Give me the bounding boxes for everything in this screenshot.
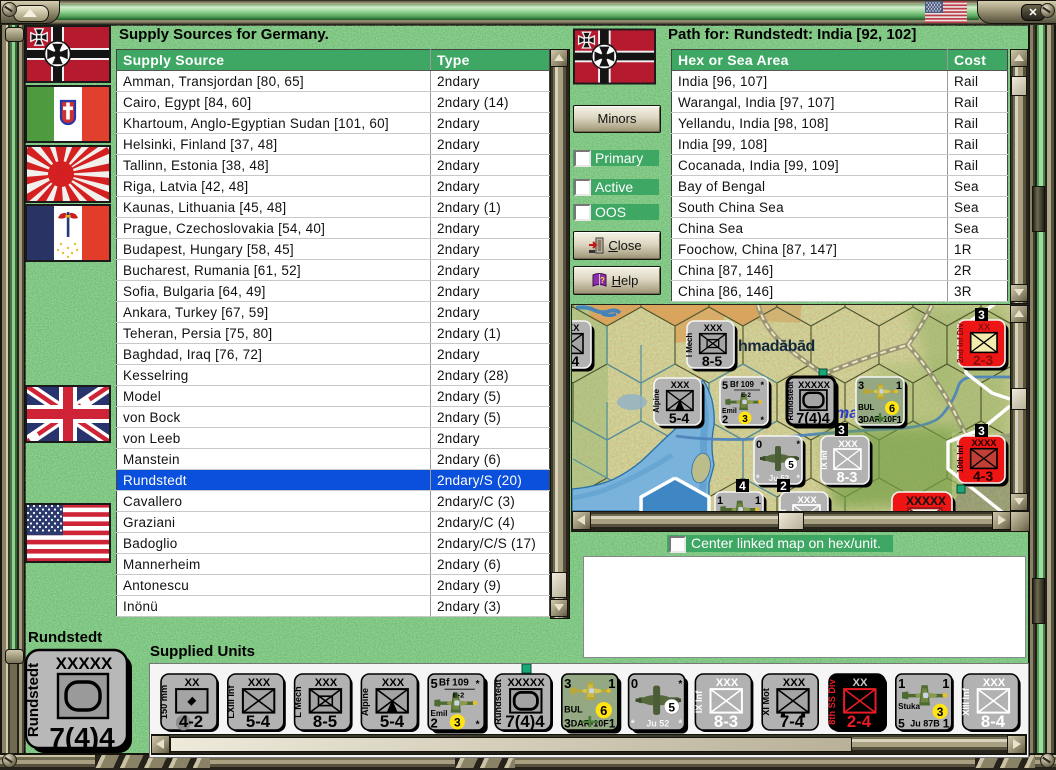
- svg-text:5-4: 5-4: [669, 410, 690, 426]
- svg-text:5-4: 5-4: [571, 353, 579, 369]
- svg-text:XIII Inf: XIII Inf: [961, 687, 971, 716]
- svg-text:*: *: [796, 473, 800, 483]
- svg-text:BUL: BUL: [858, 403, 875, 412]
- svg-text:1: 1: [608, 676, 615, 691]
- svg-text:IX Inf: IX Inf: [820, 450, 829, 470]
- svg-text:7(4)4: 7(4)4: [796, 411, 830, 427]
- svg-text:3: 3: [978, 308, 985, 322]
- svg-text:4: 4: [739, 479, 746, 493]
- svg-text:1: 1: [896, 415, 902, 426]
- svg-text:BUL: BUL: [564, 705, 583, 715]
- svg-text:7(4)4: 7(4)4: [49, 722, 115, 753]
- svg-text:I Mech: I Mech: [685, 333, 694, 357]
- svg-text:2-3: 2-3: [973, 352, 994, 368]
- svg-text:0: 0: [631, 676, 638, 691]
- svg-text:*: *: [476, 679, 480, 690]
- svg-text:Alpine: Alpine: [652, 388, 661, 412]
- svg-text:8-4: 8-4: [981, 712, 1006, 731]
- svg-text:2nd Inf Div: 2nd Inf Div: [956, 322, 965, 363]
- svg-text:XXXXX: XXXXX: [507, 677, 545, 689]
- svg-text:Ju 52: Ju 52: [646, 719, 669, 729]
- svg-text:XXX: XXX: [315, 677, 338, 689]
- svg-text:XXX: XXX: [248, 677, 271, 689]
- svg-text:8th SS Div: 8th SS Div: [827, 678, 837, 724]
- svg-text:10th Inf: 10th Inf: [956, 445, 965, 473]
- svg-text:XX: XX: [185, 677, 200, 689]
- svg-text:E-2: E-2: [741, 392, 751, 399]
- svg-text:Bf 109: Bf 109: [439, 678, 469, 689]
- svg-text:5: 5: [668, 700, 675, 714]
- svg-text:Rundstedt: Rundstedt: [25, 663, 42, 737]
- svg-text:4-2: 4-2: [179, 712, 203, 731]
- svg-text:XI Mot: XI Mot: [761, 688, 771, 716]
- svg-text:XX: XX: [978, 321, 991, 332]
- svg-text:XXX: XXX: [783, 677, 806, 689]
- svg-text:1: 1: [942, 676, 949, 691]
- svg-text:8-5: 8-5: [313, 712, 337, 731]
- svg-text:*: *: [760, 380, 764, 390]
- svg-text:?: ?: [600, 276, 605, 285]
- svg-text:5-4: 5-4: [246, 712, 271, 731]
- svg-text:6: 6: [600, 703, 607, 718]
- svg-text:2: 2: [431, 716, 438, 731]
- svg-text:8-3: 8-3: [837, 470, 858, 486]
- svg-text:hmadābād: hmadābād: [738, 338, 815, 355]
- svg-text:1: 1: [609, 717, 616, 731]
- svg-text:6: 6: [889, 403, 895, 415]
- svg-text:*: *: [678, 719, 682, 730]
- svg-text:1: 1: [717, 495, 723, 507]
- svg-text:2-4: 2-4: [847, 712, 872, 731]
- svg-text:5: 5: [788, 460, 794, 471]
- svg-text:Stuka: Stuka: [898, 702, 920, 711]
- svg-text:*: *: [760, 415, 764, 425]
- svg-text:XX: XX: [853, 677, 868, 689]
- svg-text:L Mech: L Mech: [293, 686, 303, 718]
- svg-text:5: 5: [722, 380, 728, 392]
- svg-text:4-3: 4-3: [973, 468, 994, 484]
- svg-text:*: *: [678, 679, 682, 690]
- svg-text:Rundstedt: Rundstedt: [786, 381, 795, 420]
- svg-text:5: 5: [431, 676, 438, 691]
- svg-text:3: 3: [838, 423, 845, 437]
- svg-text:XXXXX: XXXXX: [906, 494, 946, 508]
- svg-text:3: 3: [742, 414, 748, 425]
- svg-text:Rundstedt: Rundstedt: [493, 679, 503, 724]
- svg-text:XXXXX: XXXXX: [56, 654, 113, 673]
- svg-text:150 mm: 150 mm: [159, 685, 169, 719]
- svg-text:XXX: XXX: [983, 677, 1006, 689]
- svg-text:E-2: E-2: [453, 690, 465, 699]
- svg-text:XXX: XXX: [382, 677, 405, 689]
- svg-text:0: 0: [756, 439, 762, 451]
- svg-text:2: 2: [780, 479, 787, 493]
- svg-text:Alpine: Alpine: [360, 688, 370, 716]
- svg-text:Bf 109: Bf 109: [730, 380, 755, 389]
- svg-text:3: 3: [978, 424, 985, 438]
- svg-text:5-4: 5-4: [380, 712, 405, 731]
- svg-text:XXX: XXX: [671, 379, 691, 390]
- svg-text:3: 3: [454, 716, 461, 730]
- svg-text:8-5: 8-5: [702, 353, 723, 369]
- svg-text:*: *: [756, 473, 760, 483]
- svg-text:IX Inf: IX Inf: [694, 690, 704, 713]
- svg-text:5: 5: [898, 717, 905, 731]
- svg-text:2: 2: [722, 414, 728, 426]
- svg-text:1: 1: [898, 676, 905, 691]
- svg-text:*: *: [631, 719, 635, 730]
- svg-text:XXX: XXX: [571, 322, 580, 333]
- svg-text:Ju 87B: Ju 87B: [910, 719, 940, 729]
- svg-text:XXX: XXX: [716, 677, 739, 689]
- svg-text:8-3: 8-3: [714, 712, 738, 731]
- svg-text:1: 1: [943, 717, 950, 731]
- svg-text:XXXX: XXXX: [971, 437, 997, 448]
- svg-text:XXX: XXX: [704, 322, 724, 333]
- svg-text:7(4)4: 7(4)4: [505, 712, 545, 731]
- svg-text:1: 1: [755, 495, 761, 507]
- svg-text:7-4: 7-4: [780, 712, 805, 731]
- svg-text:*: *: [796, 439, 800, 449]
- svg-text:LXIII Inf: LXIII Inf: [226, 684, 236, 718]
- svg-text:*: *: [476, 720, 480, 731]
